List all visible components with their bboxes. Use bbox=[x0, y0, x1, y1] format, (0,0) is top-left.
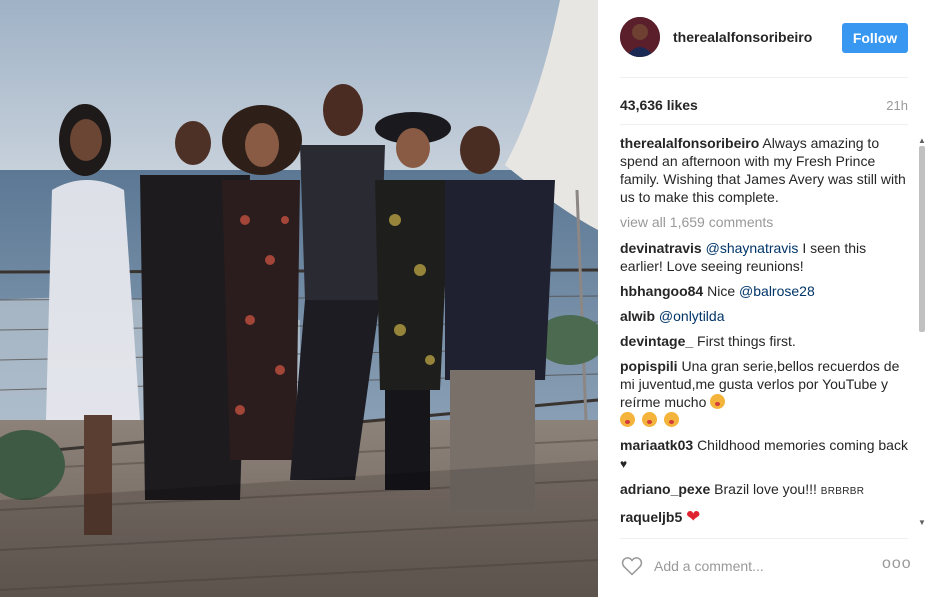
comment-item: popispili Una gran serie,bellos recuerdo… bbox=[620, 357, 908, 429]
kiss-emoji-icon bbox=[620, 412, 635, 427]
caption-username[interactable]: therealalfonsoribeiro bbox=[620, 135, 759, 151]
scroll-down-arrow-icon[interactable]: ▼ bbox=[918, 518, 926, 527]
comment-username[interactable]: adriano_pexe bbox=[620, 481, 710, 497]
post-sidebar: therealalfonsoribeiro Follow 43,636 like… bbox=[598, 0, 932, 597]
post-photo[interactable] bbox=[0, 0, 598, 597]
comment-item: raqueljb5 ❤ bbox=[620, 508, 908, 526]
scroll-up-arrow-icon[interactable]: ▲ bbox=[918, 136, 926, 145]
comments-scrollbar[interactable]: ▲ ▼ bbox=[916, 136, 928, 532]
likes-divider bbox=[620, 124, 908, 125]
red-heart-emoji-icon: ❤ bbox=[686, 507, 701, 526]
comment-mention[interactable]: @balrose28 bbox=[739, 283, 815, 299]
comment-username[interactable]: devinatravis bbox=[620, 240, 702, 256]
kiss-emoji-icon bbox=[663, 412, 679, 427]
comment-item: adriano_pexe Brazil love you!!! BRBRBR bbox=[620, 480, 908, 501]
comment-flags-text: BRBRBR bbox=[820, 486, 865, 497]
scrollbar-thumb[interactable] bbox=[919, 146, 925, 332]
more-options-icon[interactable]: ooo bbox=[882, 555, 912, 573]
post-timestamp[interactable]: 21h bbox=[886, 98, 908, 113]
kiss-emoji-icon bbox=[641, 412, 657, 427]
footer-divider bbox=[620, 538, 908, 539]
comment-text: First things first. bbox=[697, 333, 796, 349]
username-link[interactable]: therealalfonsoribeiro bbox=[673, 29, 812, 45]
likes-count[interactable]: 43,636 likes bbox=[620, 97, 698, 113]
follow-button[interactable]: Follow bbox=[842, 23, 908, 53]
comments-list: therealalfonsoribeiro Always amazing to … bbox=[620, 134, 908, 530]
comment-item: devintage_ First things first. bbox=[620, 332, 908, 350]
add-comment-input[interactable] bbox=[654, 556, 874, 576]
comment-item: mariaatk03 Childhood memories coming bac… bbox=[620, 436, 908, 473]
comment-username[interactable]: devintage_ bbox=[620, 333, 693, 349]
kiss-emoji-icon bbox=[710, 394, 726, 409]
heart-outline-icon[interactable] bbox=[620, 554, 644, 578]
comment-text: Childhood memories coming back bbox=[697, 437, 908, 453]
comment-text: Brazil love you!!! bbox=[714, 481, 817, 497]
comment-item: hbhangoo84 Nice @balrose28 bbox=[620, 282, 908, 300]
comment-mention[interactable]: @shaynatravis bbox=[706, 240, 799, 256]
comment-item: devinatravis @shaynatravis I seen this e… bbox=[620, 239, 908, 275]
comment-footer: ooo bbox=[598, 540, 932, 597]
comment-item: alwib @onlytilda bbox=[620, 307, 908, 325]
comment-username[interactable]: mariaatk03 bbox=[620, 437, 693, 453]
comment-username[interactable]: popispili bbox=[620, 358, 678, 374]
caption: therealalfonsoribeiro Always amazing to … bbox=[620, 134, 908, 206]
header-divider bbox=[620, 77, 908, 78]
heart-symbol-icon: ♥ bbox=[620, 457, 628, 471]
post-header: therealalfonsoribeiro Follow bbox=[598, 0, 932, 78]
comment-text: Nice bbox=[707, 283, 736, 299]
comment-username[interactable]: alwib bbox=[620, 308, 655, 324]
view-all-comments-link[interactable]: view all 1,659 comments bbox=[620, 213, 908, 231]
avatar[interactable] bbox=[620, 17, 660, 57]
comment-mention[interactable]: @onlytilda bbox=[659, 308, 725, 324]
comment-username[interactable]: hbhangoo84 bbox=[620, 283, 703, 299]
comment-username[interactable]: raqueljb5 bbox=[620, 509, 682, 525]
